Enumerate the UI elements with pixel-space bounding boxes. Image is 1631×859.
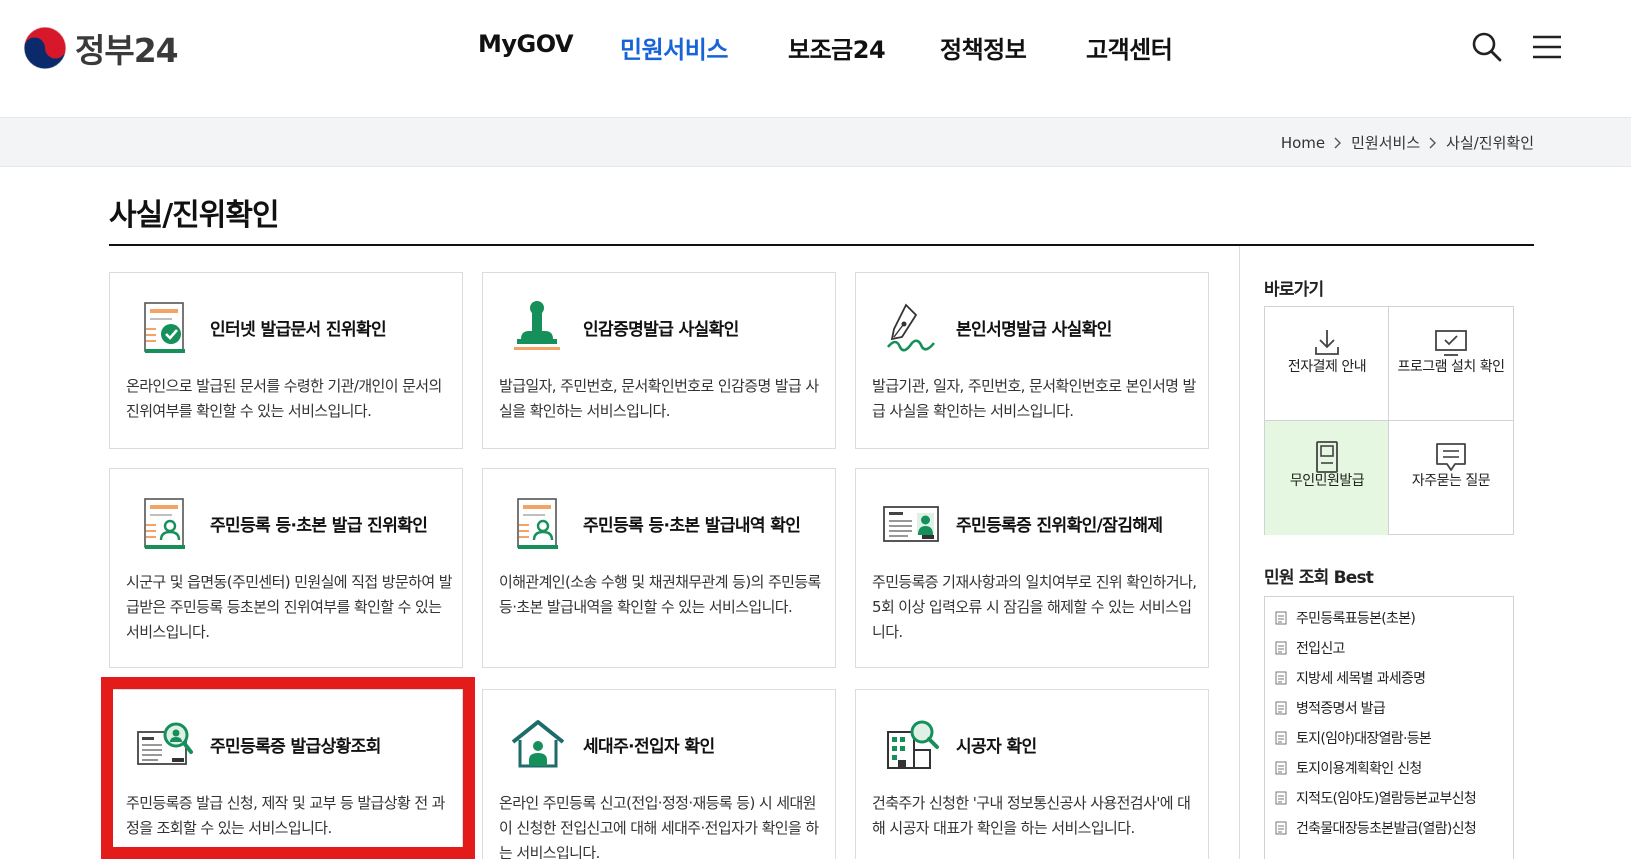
document-icon: [1275, 671, 1287, 685]
service-card-id-card-issue-status[interactable]: 주민등록증 발급상황조회 주민등록증 발급 신청, 제작 및 교부 등 발급상황…: [109, 689, 463, 859]
card-description: 발급기관, 일자, 주민번호, 문서확인번호로 본인서명 발급 사실을 확인하는…: [872, 377, 1196, 420]
card-title: 주민등록증 진위확인/잠김해제: [956, 516, 1163, 536]
best-list: 주민등록표등본(초본) 전입신고 지방세 세목별 과세증명 병적증명서 발급 토…: [1264, 596, 1514, 859]
id-card-icon: [883, 506, 939, 542]
nav-item-policy-info[interactable]: 정책정보: [940, 30, 1027, 65]
card-description: 건축주가 신청한 '구내 정보통신공사 사용전검사'에 대해 시공자 대표가 확…: [872, 794, 1191, 837]
service-card-id-card-verify[interactable]: 주민등록증 진위확인/잠김해제 주민등록증 기재사항과의 일치여부로 진위 확인…: [855, 468, 1209, 668]
quick-link-label: 무인민원발급: [1289, 473, 1365, 489]
service-card-internet-doc-verify[interactable]: 인터넷 발급문서 진위확인 온라인으로 발급된 문서를 수령한 기관/개인이 문…: [109, 272, 463, 449]
list-item-label: 병적증명서 발급: [1296, 701, 1386, 717]
list-item[interactable]: 토지(임야)대장열람·등본: [1275, 727, 1432, 749]
id-card-search-icon: [137, 722, 193, 765]
card-title: 인감증명발급 사실확인: [583, 320, 739, 340]
sidebar-divider: [1239, 246, 1240, 859]
list-item-label: 전입신고: [1296, 641, 1345, 657]
building-search-icon: [887, 720, 939, 769]
service-card-constructor-confirm[interactable]: 시공자 확인 건축주가 신청한 '구내 정보통신공사 사용전검사'에 대해 시공…: [855, 689, 1209, 859]
list-item-label: 토지(임야)대장열람·등본: [1296, 731, 1432, 747]
search-icon[interactable]: [1470, 30, 1504, 64]
document-icon: [1275, 641, 1287, 655]
card-description: 주민등록증 발급 신청, 제작 및 교부 등 발급상황 전 과정을 조회할 수 …: [126, 794, 445, 837]
breadcrumb-current: 사실/진위확인: [1446, 134, 1534, 152]
document-icon: [1275, 791, 1287, 805]
document-icon: [1275, 821, 1287, 835]
card-description: 주민등록증 기재사항과의 일치여부로 진위 확인하거나, 5회 이상 입력오류 …: [872, 573, 1197, 641]
chat-bubble-icon: [1436, 443, 1466, 471]
breadcrumb-bar: Home 민원서비스 사실/진위확인: [0, 117, 1631, 167]
title-divider: [109, 244, 1534, 246]
list-item[interactable]: 주민등록표등본(초본): [1275, 607, 1416, 629]
service-card-householder-confirm[interactable]: 세대주·전입자 확인 온라인 주민등록 신고(전입·정정·재등록 등) 시 세대…: [482, 689, 836, 859]
house-person-icon: [511, 720, 565, 768]
document-icon: [1275, 761, 1287, 775]
list-item[interactable]: 전입신고: [1275, 637, 1345, 659]
list-item[interactable]: 토지이용계획확인 신청: [1275, 757, 1422, 779]
menu-icon[interactable]: [1530, 30, 1564, 64]
breadcrumb-civil-service[interactable]: 민원서비스: [1351, 132, 1420, 153]
card-description: 시군구 및 읍면동(주민센터) 민원실에 직접 방문하여 발급받은 주민등록 등…: [126, 573, 453, 641]
service-card-resident-doc-verify[interactable]: 주민등록 등·초본 발급 진위확인 시군구 및 읍면동(주민센터) 민원실에 직…: [109, 468, 463, 668]
chevron-right-icon: [1334, 137, 1342, 148]
nav-item-customer-center[interactable]: 고객센터: [1086, 30, 1173, 65]
document-check-icon: [144, 302, 185, 353]
nav-item-civil-service[interactable]: 민원서비스: [620, 30, 728, 65]
nav-item-mygov[interactable]: MyGOV: [478, 30, 574, 58]
card-title: 본인서명발급 사실확인: [956, 320, 1112, 340]
card-title: 시공자 확인: [956, 737, 1037, 757]
chevron-right-icon: [1429, 137, 1437, 148]
download-icon: [1315, 330, 1339, 355]
service-card-seal-cert-verify[interactable]: 인감증명발급 사실확인 발급일자, 주민번호, 문서확인번호로 인감증명 발급 …: [482, 272, 836, 449]
list-item-label: 지방세 세목별 과세증명: [1296, 671, 1426, 687]
best-list-title: 민원 조회 Best: [1264, 568, 1374, 588]
list-item[interactable]: 건축물대장등초본발급(열람)신청: [1275, 817, 1477, 839]
resident-document-icon: [517, 498, 558, 549]
pen-signature-icon: [886, 303, 936, 352]
service-card-signature-verify[interactable]: 본인서명발급 사실확인 발급기관, 일자, 주민번호, 문서확인번호로 본인서명…: [855, 272, 1209, 449]
quick-link-kiosk[interactable]: 무인민원발급: [1265, 421, 1389, 535]
list-item[interactable]: 지적도(임야도)열람등본교부신청: [1275, 787, 1477, 809]
card-description: 이해관계인(소송 수행 및 채권채무관계 등)의 주민등록 등·초본 발급내역을…: [499, 573, 821, 616]
card-description: 온라인 주민등록 신고(전입·정정·재등록 등) 시 세대원이 신청한 전입신고…: [499, 794, 819, 859]
document-icon: [1275, 731, 1287, 745]
list-item-label: 지적도(임야도)열람등본교부신청: [1296, 791, 1477, 807]
monitor-check-icon: [1435, 330, 1467, 356]
site-header: 정부24 MyGOV 민원서비스 보조금24 정책정보 고객센터: [0, 0, 1631, 117]
resident-document-icon: [144, 498, 185, 549]
card-title: 세대주·전입자 확인: [583, 737, 715, 757]
list-item-label: 건축물대장등초본발급(열람)신청: [1296, 821, 1477, 837]
breadcrumb-home[interactable]: Home: [1281, 134, 1325, 152]
quick-link-e-payment[interactable]: 전자결제 안내: [1265, 307, 1389, 421]
card-title: 주민등록증 발급상황조회: [210, 737, 381, 757]
kiosk-icon: [1316, 441, 1338, 473]
card-title: 인터넷 발급문서 진위확인: [210, 320, 387, 340]
card-title: 주민등록 등·초본 발급내역 확인: [583, 516, 801, 536]
quick-links-title: 바로가기: [1264, 280, 1324, 300]
page-title: 사실/진위확인: [109, 198, 280, 233]
document-icon: [1275, 701, 1287, 715]
quick-link-program-install[interactable]: 프로그램 설치 확인: [1389, 307, 1513, 421]
document-icon: [1275, 611, 1287, 625]
main-nav: MyGOV 민원서비스 보조금24 정책정보 고객센터: [0, 30, 1631, 66]
card-title: 주민등록 등·초본 발급 진위확인: [210, 516, 428, 536]
quick-link-label: 자주묻는 질문: [1411, 473, 1491, 489]
list-item[interactable]: 지방세 세목별 과세증명: [1275, 667, 1426, 689]
seal-stamp-icon: [514, 301, 560, 350]
nav-item-subsidy24[interactable]: 보조금24: [788, 30, 886, 65]
list-item-label: 토지이용계획확인 신청: [1296, 761, 1422, 777]
list-item[interactable]: 병적증명서 발급: [1275, 697, 1386, 719]
service-card-resident-issue-history[interactable]: 주민등록 등·초본 발급내역 확인 이해관계인(소송 수행 및 채권채무관계 등…: [482, 468, 836, 668]
quick-links-grid: 전자결제 안내 프로그램 설치 확인 무인민원발급 자주묻는 질문: [1264, 306, 1514, 535]
card-description: 온라인으로 발급된 문서를 수령한 기관/개인이 문서의 진위여부를 확인할 수…: [126, 377, 442, 420]
card-description: 발급일자, 주민번호, 문서확인번호로 인감증명 발급 사실을 확인하는 서비스…: [499, 377, 819, 420]
quick-link-faq[interactable]: 자주묻는 질문: [1389, 421, 1513, 535]
breadcrumb: Home 민원서비스 사실/진위확인: [1281, 132, 1534, 153]
quick-link-label: 프로그램 설치 확인: [1397, 359, 1505, 375]
quick-link-label: 전자결제 안내: [1287, 359, 1367, 375]
list-item-label: 주민등록표등본(초본): [1296, 611, 1416, 627]
